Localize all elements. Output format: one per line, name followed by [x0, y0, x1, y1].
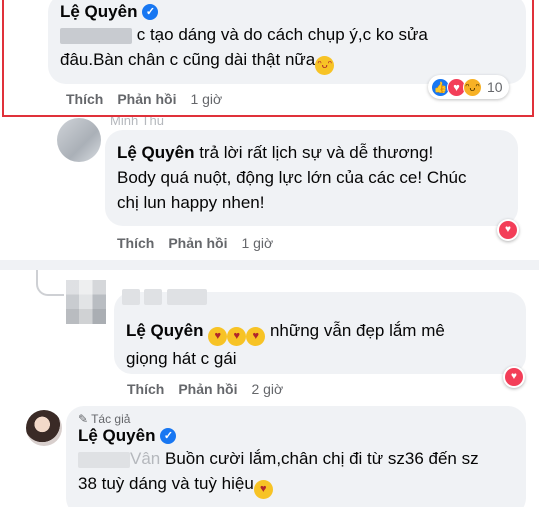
author-reply-line-2: 38 tuỳ dáng và tuỳ hiệu ♥	[78, 471, 514, 499]
author-reply-text-2: 38 tuỳ dáng và tuỳ hiệu	[78, 474, 254, 493]
heart-eyes-emoji-icon: ♥	[208, 327, 228, 346]
reply-button[interactable]: Phản hồi	[178, 381, 237, 397]
author-name-text[interactable]: Lệ Quyên	[78, 426, 155, 446]
redacted-mention	[78, 451, 130, 468]
reply-button[interactable]: Phản hồi	[168, 235, 227, 251]
second-comment-timestamp[interactable]: 2 giờ	[251, 381, 283, 397]
like-button[interactable]: Thích	[66, 91, 103, 107]
verified-badge-icon: ✓	[160, 428, 177, 444]
redacted-mention-tail: Vân	[130, 449, 161, 468]
mention-lequyen[interactable]: Lệ Quyên	[117, 140, 194, 165]
pencil-icon: ✎	[78, 412, 89, 426]
heart-eyes-emoji-icon: ♥	[227, 327, 247, 346]
commenter-name-text[interactable]: Lệ Quyên	[60, 2, 137, 22]
reaction-summary[interactable]: 👍 ♥ ᵔᴗᵔ 10	[428, 75, 509, 99]
redacted-name-block	[122, 288, 140, 305]
reaction-count: 10	[487, 79, 503, 95]
second-comment-text-1: những vẫn đẹp lắm mê	[269, 321, 445, 340]
comment-timestamp[interactable]: 1 giờ	[190, 91, 222, 107]
comment-bubble-lequyen: Lệ Quyên ✓ c tạo dáng và do cách chụp ý,…	[48, 0, 526, 84]
redacted-name-block	[144, 288, 163, 305]
cut-replier-name-text: Minh Thu	[110, 117, 164, 128]
redacted-commenter-name	[122, 288, 230, 305]
reply-button[interactable]: Phản hồi	[117, 91, 176, 107]
comment-line-1: c tạo dáng và do cách chụp ý,c ko sửa	[136, 25, 428, 44]
reply-reaction[interactable]: ♥	[497, 219, 519, 241]
panel-separator	[0, 260, 539, 270]
love-reaction-icon: ♥	[499, 221, 517, 239]
reply-actions: Thích Phản hồi 1 giờ	[117, 235, 273, 251]
love-reaction-icon: ♥	[505, 368, 523, 386]
haha-reaction-icon: ᵔᴗᵔ	[463, 77, 482, 97]
like-button[interactable]: Thích	[127, 381, 164, 397]
reply-line-2: Body quá nuột, động lực lớn của các ce! …	[117, 168, 467, 187]
comment-actions: Thích Phản hồi 1 giờ	[66, 91, 222, 107]
reply-line-3: chị lun happy nhen!	[117, 193, 265, 212]
author-reply-bubble: ✎ Tác giả Lệ Quyên ✓ Vân Buồn cười lắm,c…	[66, 406, 526, 507]
reply-text-line-1: Lệ Quyên trả lời rất lịch sự và dễ thươn…	[117, 140, 506, 165]
like-button[interactable]: Thích	[117, 235, 154, 251]
redacted-mention	[60, 27, 132, 44]
thread-connector	[36, 270, 64, 296]
second-comment-bubble: Lệ Quyên ♥ ♥ ♥ những vẫn đẹp lắm mê giọng …	[114, 288, 526, 374]
author-tag: ✎ Tác giả	[78, 412, 514, 426]
comment-text: c tạo dáng và do cách chụp ý,c ko sửa	[60, 22, 514, 47]
redacted-name-block	[166, 288, 207, 305]
reply-bubble: Lệ Quyên trả lời rất lịch sự và dễ thươn…	[105, 130, 518, 226]
heart-eyes-emoji-icon: ♥	[246, 327, 266, 346]
comment-line-2-wrap: đâu.Bàn chân c cũng dài thật nữa ᵔᴗᵔ	[60, 47, 514, 75]
second-comment-reaction[interactable]: ♥	[503, 366, 525, 388]
commenter-avatar-blurred[interactable]	[66, 280, 106, 324]
second-comment-text-2: giọng hát c gái	[126, 349, 237, 368]
commenter-name[interactable]: Lệ Quyên ✓	[60, 2, 159, 22]
replier-avatar[interactable]	[57, 118, 101, 162]
author-avatar[interactable]	[26, 410, 62, 446]
reply-line-1: trả lời rất lịch sự và dễ thương!	[199, 143, 434, 162]
author-tag-label: Tác giả	[91, 412, 131, 426]
second-comment-actions: Thích Phản hồi 2 giờ	[127, 381, 283, 397]
reply-timestamp[interactable]: 1 giờ	[241, 235, 273, 251]
author-reply-line-1: Vân Buồn cười lắm,chân chị đi từ sz36 đế…	[78, 446, 514, 471]
top-screenshot-panel: Lệ Quyên ✓ c tạo dáng và do cách chụp ý,…	[0, 0, 539, 260]
bottom-screenshot-panel: Lệ Quyên ♥ ♥ ♥ những vẫn đẹp lắm mê giọng …	[0, 270, 539, 507]
author-name[interactable]: Lệ Quyên ✓	[78, 426, 177, 446]
verified-badge-icon: ✓	[142, 4, 159, 20]
grin-emoji-icon: ᵔᴗᵔ	[315, 56, 335, 75]
mention-lequyen[interactable]: Lệ Quyên	[126, 318, 203, 343]
smiling-hearts-emoji-icon: ♥	[253, 480, 273, 499]
comment-line-2: đâu.Bàn chân c cũng dài thật nữa	[60, 50, 316, 69]
cut-replier-name: Minh Thu	[110, 117, 170, 131]
author-reply-text-1: Buồn cười lắm,chân chị đi từ sz36 đến sz	[164, 449, 479, 468]
second-comment-line-1: Lệ Quyên ♥ ♥ ♥ những vẫn đẹp lắm mê	[126, 318, 514, 346]
